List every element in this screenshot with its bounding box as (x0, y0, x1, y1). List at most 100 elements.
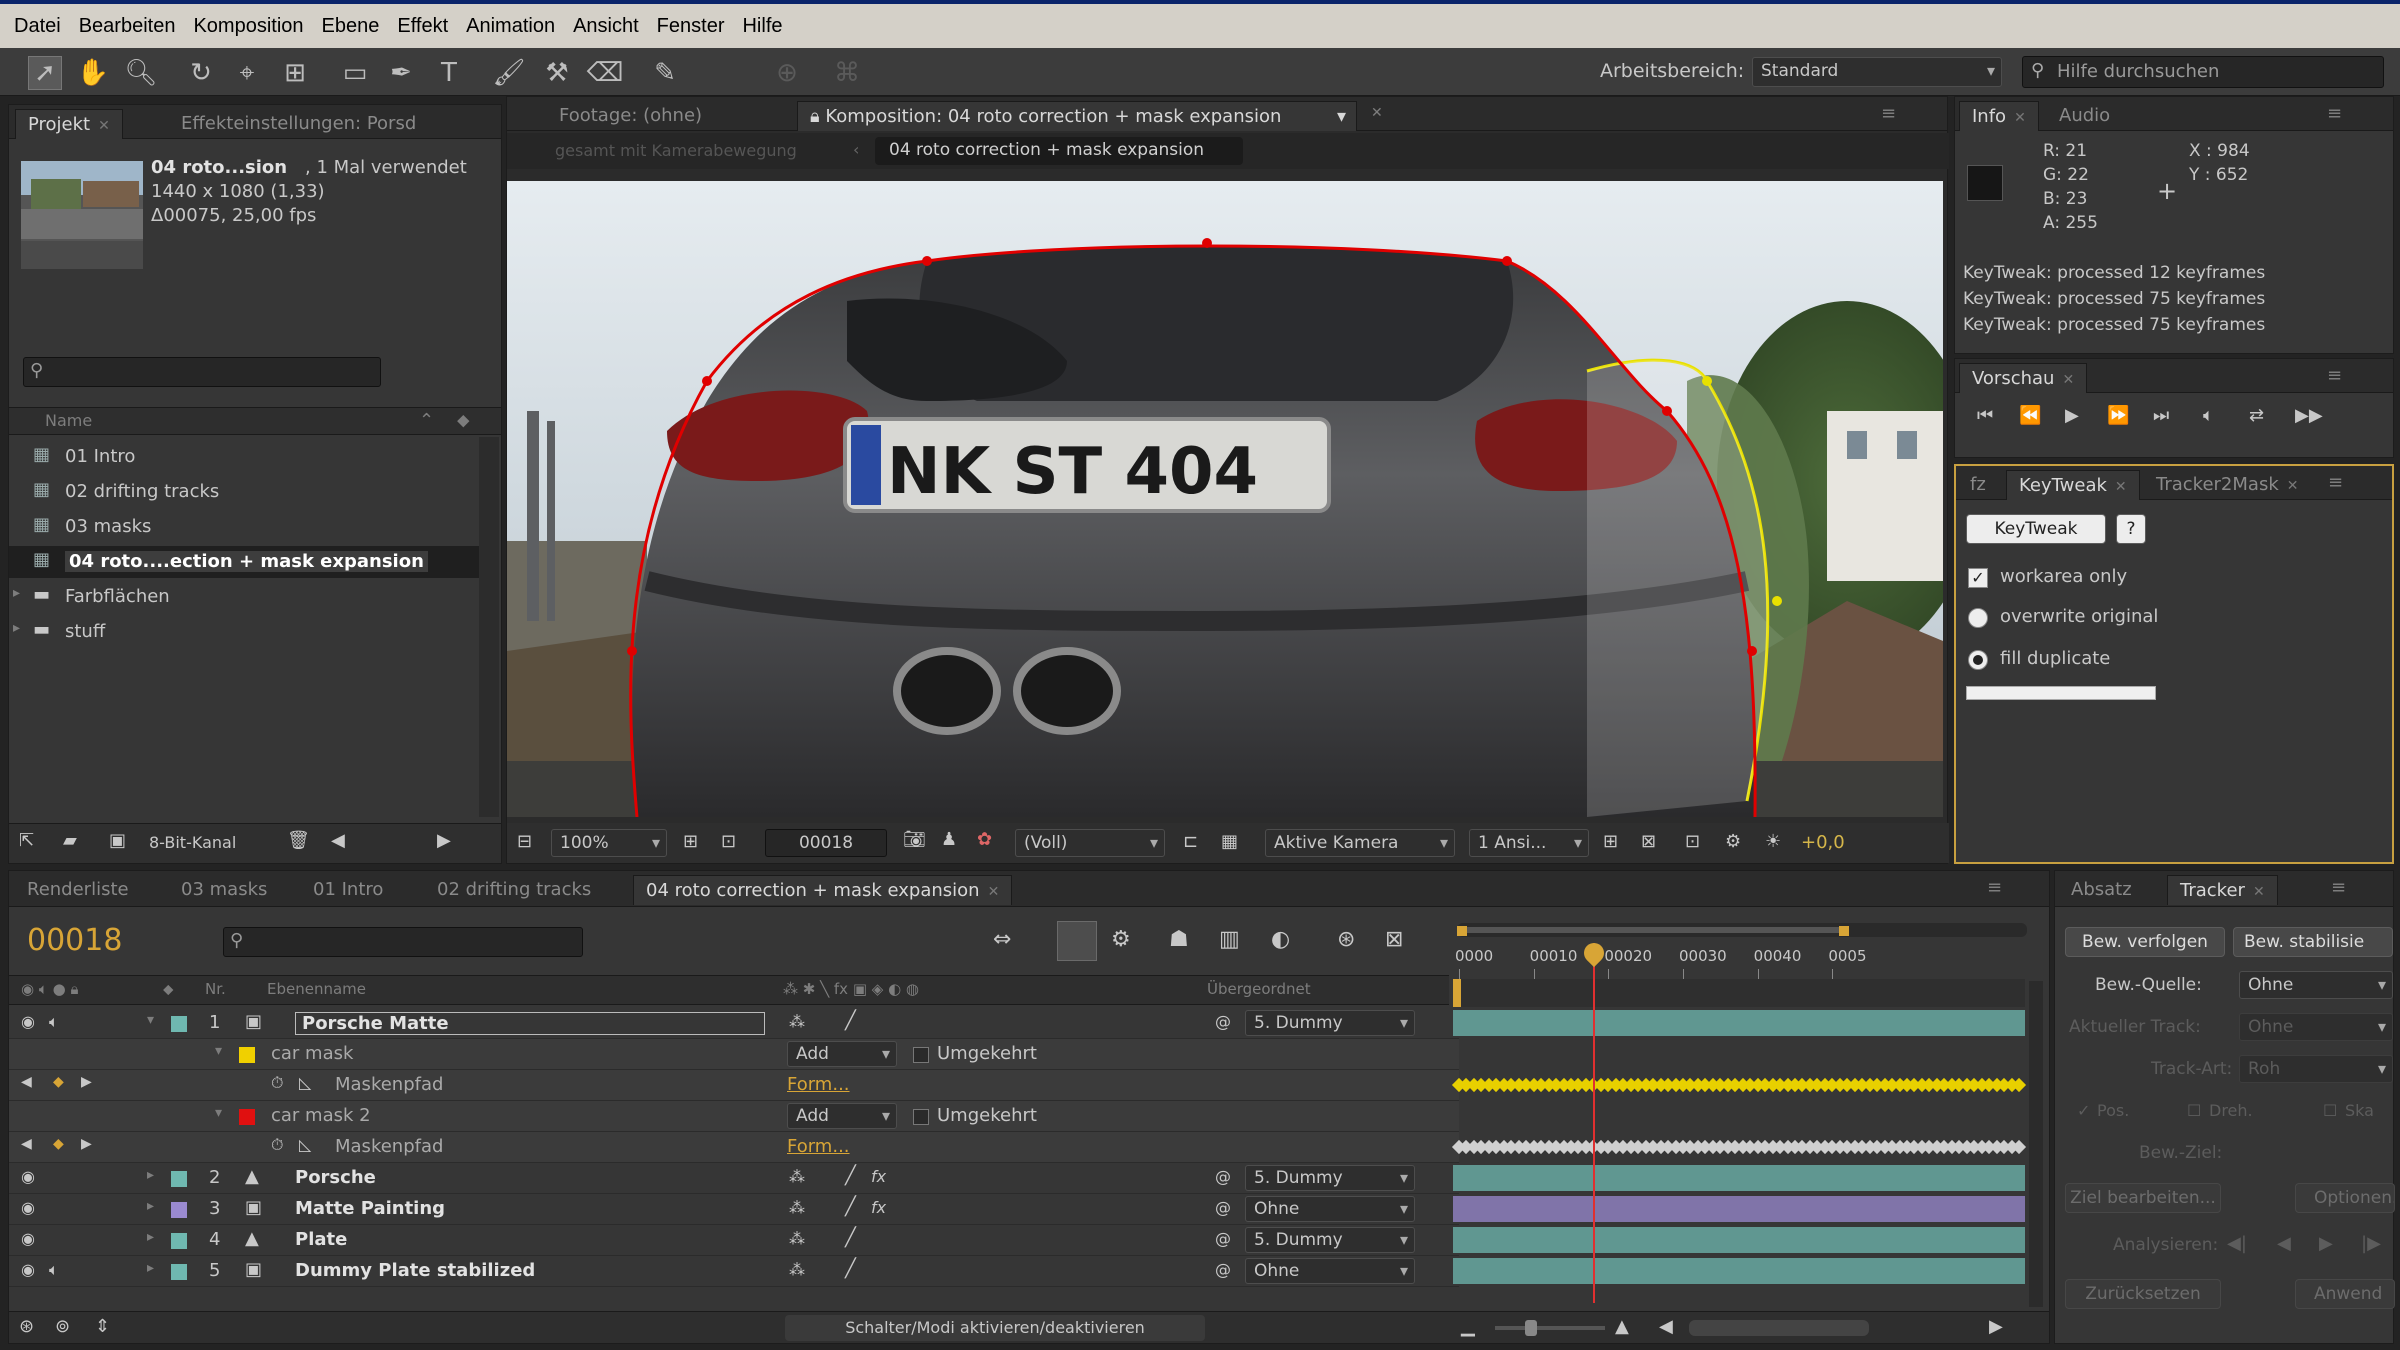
menu-animation[interactable]: Animation (466, 15, 555, 38)
menu-window[interactable]: Fenster (657, 15, 725, 38)
previous-frame-icon[interactable]: ⏪ (2019, 405, 2041, 426)
layer-name[interactable]: Porsche (295, 1167, 376, 1188)
layer-row[interactable]: ◉ 🔈︎ ▾ 1 ▣ Porsche Matte ⁂ ╱ @5. Dummy (9, 1008, 1459, 1039)
time-navigator[interactable] (1457, 923, 2027, 937)
tab-keytweak[interactable]: KeyTweak ✕ (2006, 470, 2140, 500)
scroll-left-icon[interactable]: ◀ (331, 830, 345, 851)
scroll-right-icon[interactable]: ▶ (1989, 1316, 2003, 1337)
breadcrumb-parent[interactable]: gesamt mit Kamerabewegung (555, 141, 797, 160)
project-scrollbar[interactable] (479, 437, 499, 817)
draft-3d-icon[interactable]: ⚙ (1111, 927, 1131, 952)
mask-mode-dropdown[interactable]: Add (787, 1103, 897, 1129)
graph-editor-icon[interactable]: ⊠ (1385, 927, 1403, 952)
audio-speaker-icon[interactable]: 🔈︎ (49, 1260, 59, 1280)
expand-arrow-icon[interactable]: ▾ (215, 1105, 222, 1121)
mask-mode-dropdown[interactable]: Add (787, 1041, 897, 1067)
inverted-checkbox[interactable] (913, 1109, 929, 1125)
hand-tool-icon[interactable]: ✋ (76, 56, 110, 90)
pan-behind-tool-icon[interactable]: ⊞ (278, 56, 312, 90)
navigator-start-handle[interactable] (1457, 926, 1467, 936)
tab-tracker[interactable]: Tracker ✕ (2167, 875, 2278, 905)
hide-shy-layers-icon[interactable]: ☗ (1169, 927, 1189, 952)
quality-switch-icon[interactable]: ╱ (845, 1165, 856, 1186)
menu-file[interactable]: Datei (14, 15, 61, 38)
timeline-icon[interactable]: ⊡ (1685, 831, 1700, 852)
menu-edit[interactable]: Bearbeiten (79, 15, 176, 38)
tab-render-queue[interactable]: Renderliste (15, 875, 141, 905)
interpret-footage-icon[interactable]: ⇱ (19, 830, 34, 851)
audio-speaker-icon[interactable]: 🔈︎ (49, 1012, 59, 1032)
parent-dropdown[interactable]: 5. Dummy (1245, 1010, 1415, 1036)
pick-whip-icon[interactable]: @ (1215, 1260, 1231, 1279)
panel-menu-icon[interactable]: ≡ (2331, 877, 2346, 898)
visibility-eye-icon[interactable]: ◉ (21, 1229, 35, 1248)
quality-switch-icon[interactable]: ╱ (845, 1196, 856, 1217)
time-ruler[interactable]: 0000 00010 00020 00030 00040 0005 (1453, 941, 2025, 981)
toggle-switches-icon[interactable]: ⊛ (19, 1316, 34, 1337)
rotate-tool-icon[interactable]: ↻ (184, 56, 218, 90)
camera-dropdown[interactable]: Aktive Kamera (1265, 829, 1455, 857)
visibility-eye-icon[interactable]: ◉ (21, 1012, 35, 1031)
col-layer-name-header[interactable]: Ebenenname (267, 980, 366, 998)
label-color-swatch[interactable] (171, 1016, 187, 1032)
col-name-header[interactable]: Name (45, 411, 92, 430)
property-row[interactable]: ◀ ◆ ▶ ⏱ ◺ Maskenpfad Form... (9, 1132, 1459, 1163)
bit-depth-button[interactable]: 8-Bit-Kanal (149, 833, 236, 852)
shy-switch-icon[interactable]: ⁂ (789, 1260, 805, 1279)
eraser-tool-icon[interactable]: ⌫ (587, 56, 624, 90)
brainstorm-icon[interactable]: ⊛ (1337, 927, 1355, 952)
flowchart-icon[interactable]: ⚙ (1725, 831, 1741, 852)
frame-blending-icon[interactable]: ▥ (1219, 927, 1240, 952)
transparency-grid-icon[interactable]: ▦ (1221, 831, 1238, 852)
effects-switch-icon[interactable]: fx (871, 1167, 886, 1186)
toggle-pixel-aspect-icon[interactable]: ⊞ (1603, 831, 1618, 852)
close-tab-icon[interactable]: ✕ (1371, 105, 1383, 121)
next-keyframe-icon[interactable]: ▶ (81, 1136, 92, 1152)
toggle-in-out-icon[interactable]: ⇕ (95, 1316, 110, 1337)
add-keyframe-icon[interactable]: ◆ (53, 1074, 64, 1090)
property-row[interactable]: ◀ ◆ ▶ ⏱ ◺ Maskenpfad Form... (9, 1070, 1459, 1101)
zoom-tool-icon[interactable]: 🔍︎ (124, 56, 158, 90)
next-keyframe-icon[interactable]: ▶ (81, 1074, 92, 1090)
tab-project[interactable]: Projekt ✕ (15, 109, 123, 139)
graph-icon[interactable]: ◺ (299, 1135, 311, 1154)
prev-keyframe-icon[interactable]: ◀ (21, 1136, 32, 1152)
parent-dropdown[interactable]: 5. Dummy (1245, 1165, 1415, 1191)
tab-paragraph[interactable]: Absatz (2059, 875, 2144, 905)
help-search-field[interactable]: ⚲ Hilfe durchsuchen (2022, 56, 2384, 88)
visibility-eye-icon[interactable]: ◉ (21, 1260, 35, 1279)
expand-arrow-icon[interactable]: ▸ (147, 1198, 154, 1214)
scroll-left-icon[interactable]: ◀ (1659, 1316, 1673, 1337)
pick-whip-icon[interactable]: @ (1215, 1198, 1231, 1217)
play-icon[interactable]: ▶ (2065, 405, 2079, 426)
tab-info[interactable]: Info ✕ (1959, 101, 2039, 131)
inverted-checkbox[interactable] (913, 1047, 929, 1063)
layer-duration-bar[interactable] (1453, 1010, 2025, 1036)
visibility-eye-icon[interactable]: ◉ (21, 1167, 35, 1186)
expand-arrow-icon[interactable]: ▾ (147, 1012, 154, 1028)
menu-view[interactable]: Ansicht (573, 15, 639, 38)
motion-source-dropdown[interactable]: Ohne (2239, 971, 2393, 999)
property-value[interactable]: Form... (787, 1074, 850, 1095)
keytweak-button[interactable]: KeyTweak (1966, 514, 2106, 544)
region-of-interest-icon[interactable]: ⊏ (1183, 831, 1198, 852)
stopwatch-icon[interactable]: ⏱ (271, 1073, 283, 1093)
ram-preview-icon[interactable]: ▶▶ (2295, 405, 2323, 426)
parent-dropdown[interactable]: Ohne (1245, 1258, 1415, 1284)
layer-duration-bar[interactable] (1453, 1258, 2025, 1284)
layer-duration-bar[interactable] (1453, 1165, 2025, 1191)
mask-color-swatch[interactable] (239, 1047, 255, 1063)
audio-icon[interactable]: 🔈︎ (2203, 405, 2214, 426)
menu-composition[interactable]: Komposition (193, 15, 303, 38)
exposure-value[interactable]: +0,0 (1801, 832, 1845, 853)
expand-arrow-icon[interactable]: ▸ (147, 1260, 154, 1276)
pick-whip-icon[interactable]: @ (1215, 1229, 1231, 1248)
parent-dropdown[interactable]: Ohne (1245, 1196, 1415, 1222)
layer-name[interactable]: Plate (295, 1229, 347, 1250)
layer-row[interactable]: ◉ ▸ 3 ▣ Matte Painting ⁂ ╱ fx @ Ohne (9, 1194, 1459, 1225)
tab-03-masks[interactable]: 03 masks (169, 875, 279, 905)
tab-footage[interactable]: Footage: (ohne) (547, 101, 714, 131)
scroll-right-icon[interactable]: ▶ (437, 830, 451, 851)
expand-arrow-icon[interactable]: ▸ (147, 1229, 154, 1245)
selection-tool-icon[interactable]: ➚ (28, 56, 62, 90)
